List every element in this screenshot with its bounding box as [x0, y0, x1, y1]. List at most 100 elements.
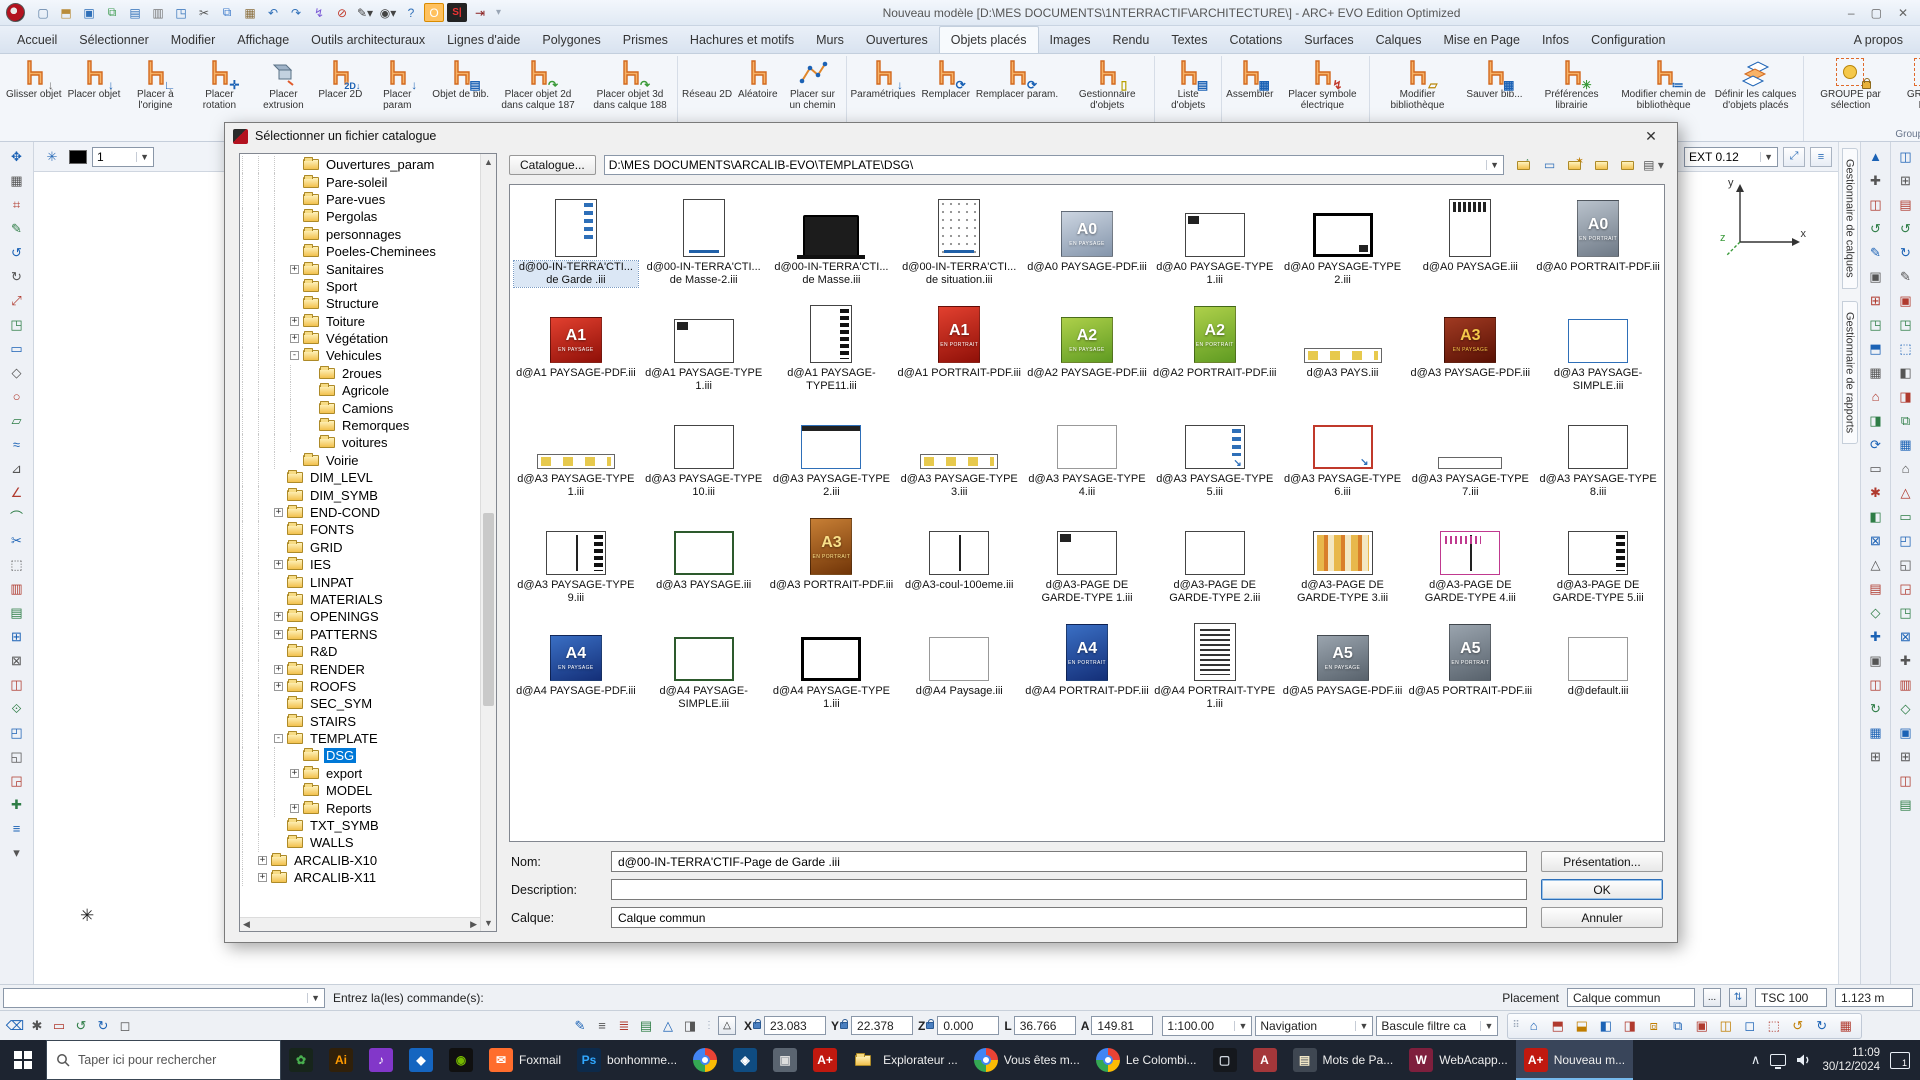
tree-item-arcalib-x10[interactable]: +ARCALIB-X10 — [242, 852, 480, 869]
view3d-tool-icon[interactable]: ⧉ — [1667, 1015, 1689, 1037]
tree-item-remorques[interactable]: Remorques — [242, 417, 480, 434]
close-button[interactable]: ✕ — [1898, 6, 1908, 20]
file-item[interactable]: d@A3 PAYSAGE-TYPE 10.iii — [640, 407, 768, 513]
file-item[interactable]: d@A3 PAYSAGE-TYPE 8.iii — [1534, 407, 1662, 513]
right-tool-b-icon[interactable]: ▤ — [1894, 793, 1918, 816]
right-tool-a-icon[interactable]: ◫ — [1864, 673, 1888, 696]
tree-item-txt-symb[interactable]: TXT_SYMB — [242, 817, 480, 834]
view3d-tool-icon[interactable]: ↻ — [1811, 1015, 1833, 1037]
scale-combo[interactable]: 1:100.00▼ — [1162, 1016, 1252, 1036]
status-left-icon[interactable]: ◻ — [114, 1015, 136, 1037]
tree-expand-icon[interactable]: + — [274, 682, 283, 691]
menu-polygones[interactable]: Polygones — [531, 26, 611, 53]
right-tool-a-icon[interactable]: ▤ — [1864, 577, 1888, 600]
ribbon-gestionnaire-d-objets[interactable]: ▯Gestionnaire d'objets — [1061, 56, 1153, 114]
tree-item-arcalib-x11[interactable]: +ARCALIB-X11 — [242, 869, 480, 886]
menu-cotations[interactable]: Cotations — [1218, 26, 1293, 53]
tree-vertical-scrollbar[interactable]: ▲ ▼ — [480, 154, 496, 931]
new-folder-icon[interactable]: ✶ — [1564, 155, 1587, 175]
status-mid-icon[interactable]: ▤ — [635, 1015, 657, 1037]
right-tool-a-icon[interactable]: ✱ — [1864, 481, 1888, 504]
tree-item-agricole[interactable]: Agricole — [242, 382, 480, 399]
tree-item-personnages[interactable]: personnages — [242, 226, 480, 243]
menu-rendu[interactable]: Rendu — [1102, 26, 1161, 53]
file-item[interactable]: A5EN PAYSAGEd@A5 PAYSAGE-PDF.iii — [1279, 619, 1407, 725]
menu-configuration[interactable]: Configuration — [1580, 26, 1676, 53]
tree-expand-icon[interactable]: + — [274, 508, 283, 517]
right-tool-b-icon[interactable]: ◇ — [1894, 697, 1918, 720]
taskbar-app-notepad[interactable]: ▤Mots de Pa... — [1285, 1040, 1402, 1080]
menu-ouvertures[interactable]: Ouvertures — [855, 26, 939, 53]
taskbar-pinned-music-icon[interactable]: ♪ — [361, 1040, 401, 1080]
tree-item-roofs[interactable]: +ROOFS — [242, 678, 480, 695]
left-tool-icon[interactable]: ≡ — [5, 817, 29, 840]
tree-expand-icon[interactable]: + — [274, 665, 283, 674]
right-tool-a-icon[interactable]: ◧ — [1864, 505, 1888, 528]
right-tool-a-icon[interactable]: ⊞ — [1864, 745, 1888, 768]
tree-item-2roues[interactable]: 2roues — [242, 365, 480, 382]
tree-item-stairs[interactable]: STAIRS — [242, 713, 480, 730]
left-tool-icon[interactable]: ✎ — [5, 217, 29, 240]
file-item[interactable]: d@A1 PAYSAGE-TYPE11.iii — [768, 301, 896, 407]
status-left-icon[interactable]: ↺ — [70, 1015, 92, 1037]
description-field[interactable] — [611, 879, 1527, 900]
layer-number-combo[interactable]: 1▼ — [92, 147, 154, 167]
view3d-tool-icon[interactable]: ◧ — [1595, 1015, 1617, 1037]
ribbon-groupe-par-s-lection[interactable]: GROUPE par sélection — [1805, 56, 1897, 114]
tree-item-sport[interactable]: Sport — [242, 278, 480, 295]
tree-item-toiture[interactable]: +Toiture — [242, 313, 480, 330]
tree-expand-icon[interactable]: + — [290, 265, 299, 274]
status-mid-icon[interactable]: ≡ — [591, 1015, 613, 1037]
tree-item-end-cond[interactable]: +END-COND — [242, 504, 480, 521]
ribbon-glisser-objet[interactable]: ↓Glisser objet — [3, 56, 65, 103]
tree-expand-icon[interactable]: + — [258, 873, 267, 882]
tree-item-pare-soleil[interactable]: Pare-soleil — [242, 173, 480, 190]
right-tool-b-icon[interactable]: ⊠ — [1894, 625, 1918, 648]
left-tool-icon[interactable]: ▦ — [5, 169, 29, 192]
right-tool-a-icon[interactable]: ⟳ — [1864, 433, 1888, 456]
right-tool-b-icon[interactable]: ◳ — [1894, 313, 1918, 336]
view3d-tool-icon[interactable]: ◨ — [1619, 1015, 1641, 1037]
right-tool-a-icon[interactable]: ▦ — [1864, 721, 1888, 744]
tree-item-v-g-tation[interactable]: +Végétation — [242, 330, 480, 347]
right-tool-b-icon[interactable]: ◰ — [1894, 529, 1918, 552]
file-item[interactable]: d@A1 PAYSAGE-TYPE 1.iii — [640, 301, 768, 407]
menu-modifier[interactable]: Modifier — [160, 26, 226, 53]
ribbon-groupe-maj[interactable]: ⟳GROUPE MAJ — [1897, 56, 1920, 114]
left-tool-icon[interactable]: ○ — [5, 385, 29, 408]
file-item[interactable]: A5EN PORTRAITd@A5 PORTRAIT-PDF.iii — [1406, 619, 1534, 725]
left-tool-icon[interactable]: ⊿ — [5, 457, 29, 480]
more-button[interactable]: ... — [1703, 988, 1721, 1007]
ribbon-liste-d-objets[interactable]: ▤Liste d'objets — [1156, 56, 1220, 114]
coord-l-value[interactable]: 36.766 — [1014, 1016, 1076, 1035]
tree-item-openings[interactable]: +OPENINGS — [242, 608, 480, 625]
right-tool-b-icon[interactable]: ▣ — [1894, 721, 1918, 744]
tree-item-vehicules[interactable]: -Vehicules — [242, 347, 480, 364]
qat-new-file-icon[interactable]: ▢ — [33, 3, 53, 22]
ribbon-modifier-biblioth-que[interactable]: ▱Modifier bibliothèque — [1371, 56, 1463, 114]
file-item[interactable]: A4EN PAYSAGEd@A4 PAYSAGE-PDF.iii — [512, 619, 640, 725]
file-item[interactable]: d@A3 PAYS.iii — [1279, 301, 1407, 407]
right-tool-b-icon[interactable]: ◧ — [1894, 361, 1918, 384]
left-tool-icon[interactable]: ✥ — [5, 145, 29, 168]
tree-item-template[interactable]: -TEMPLATE — [242, 730, 480, 747]
left-tool-icon[interactable]: ✚ — [5, 793, 29, 816]
folder-open-icon[interactable] — [1616, 155, 1639, 175]
tree-item-camions[interactable]: Camions — [242, 399, 480, 416]
right-tool-a-icon[interactable]: ◇ — [1864, 601, 1888, 624]
left-tool-icon[interactable]: ↺ — [5, 241, 29, 264]
menu-hachures-et-motifs[interactable]: Hachures et motifs — [679, 26, 805, 53]
left-tool-icon[interactable]: ≈ — [5, 433, 29, 456]
qat-redo-icon[interactable]: ↷ — [286, 3, 306, 22]
lock-icon[interactable] — [753, 1022, 761, 1029]
left-tool-icon[interactable]: ∠ — [5, 481, 29, 504]
tree-item-walls[interactable]: WALLS — [242, 834, 480, 851]
taskbar-pinned-diamond-icon[interactable]: ◈ — [725, 1040, 765, 1080]
menu-images[interactable]: Images — [1039, 26, 1102, 53]
tree-item-patterns[interactable]: +PATTERNS — [242, 626, 480, 643]
left-tool-icon[interactable]: ⊠ — [5, 649, 29, 672]
path-combo[interactable]: D:\MES DOCUMENTS\ARCALIB-EVO\TEMPLATE\DS… — [604, 155, 1504, 175]
right-tool-a-icon[interactable]: ◫ — [1864, 193, 1888, 216]
file-item[interactable]: A4EN PORTRAITd@A4 PORTRAIT-PDF.iii — [1023, 619, 1151, 725]
right-tool-b-icon[interactable]: △ — [1894, 481, 1918, 504]
